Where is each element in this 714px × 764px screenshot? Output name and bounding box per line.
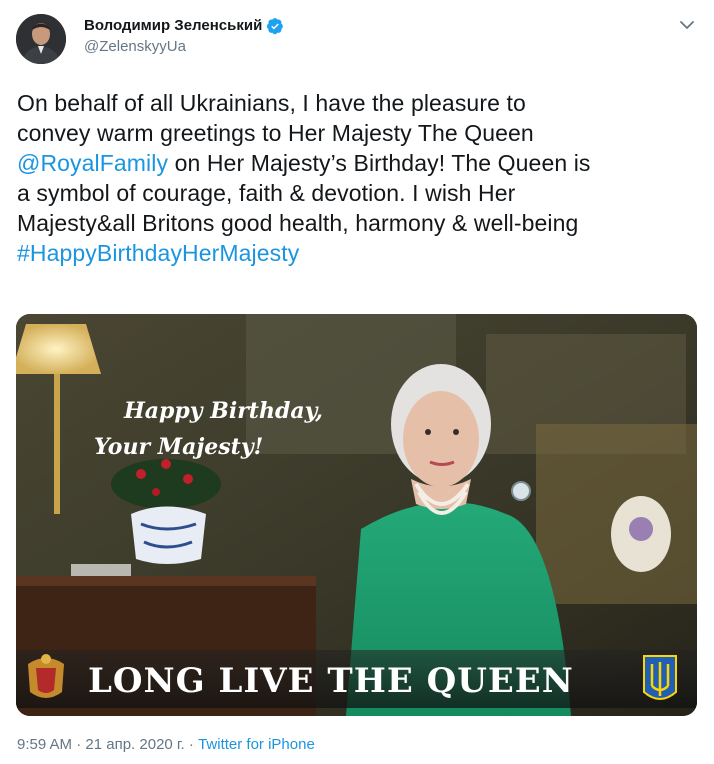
tweet-source-link[interactable]: Twitter for iPhone xyxy=(198,736,315,753)
tweet-image-graphic: Happy Birthday, Your Majesty! LONG LIVE … xyxy=(16,314,697,716)
image-banner-text: LONG LIVE THE QUEEN xyxy=(88,661,574,701)
tweet-meta: 9:59 AM · 21 апр. 2020 г. · Twitter for … xyxy=(17,736,315,753)
meta-separator: · xyxy=(72,736,86,753)
tweet-text-line: a symbol of courage, faith & devotion. I… xyxy=(17,180,516,206)
avatar[interactable] xyxy=(16,14,66,64)
author-block: Володимир Зеленський @ZelenskyyUa xyxy=(84,16,284,57)
chevron-down-icon[interactable] xyxy=(678,16,696,34)
display-name-row: Володимир Зеленський xyxy=(84,16,284,36)
tweet-date[interactable]: 21 апр. 2020 г. xyxy=(85,736,184,753)
tweet-text-segment: on Her Majesty’s Birthday! The Queen is xyxy=(168,150,591,176)
tweet-card: Володимир Зеленський @ZelenskyyUa On beh… xyxy=(0,0,714,764)
meta-separator: · xyxy=(184,736,199,753)
hashtag-link[interactable]: #HappyBirthdayHerMajesty xyxy=(17,240,299,266)
tweet-text-line: #HappyBirthdayHerMajesty xyxy=(17,238,701,268)
tweet-time[interactable]: 9:59 AM xyxy=(17,736,72,753)
tweet-text: On behalf of all Ukrainians, I have the … xyxy=(17,88,701,268)
image-caption-line1: Happy Birthday, xyxy=(123,398,323,424)
display-name[interactable]: Володимир Зеленський xyxy=(84,16,262,36)
tweet-image[interactable]: Happy Birthday, Your Majesty! LONG LIVE … xyxy=(16,314,697,716)
ukraine-trident-icon xyxy=(643,655,677,700)
tweet-text-line: On behalf of all Ukrainians, I have the … xyxy=(17,90,526,116)
image-caption-line2: Your Majesty! xyxy=(94,434,263,460)
tweet-text-line: Majesty&all Britons good health, harmony… xyxy=(17,210,579,236)
author-handle[interactable]: @ZelenskyyUa xyxy=(84,37,284,57)
verified-badge-icon xyxy=(266,17,284,35)
tweet-text-line: @RoyalFamily on Her Majesty’s Birthday! … xyxy=(17,148,701,178)
mention-link[interactable]: @RoyalFamily xyxy=(17,150,168,176)
tweet-text-line: convey warm greetings to Her Majesty The… xyxy=(17,120,534,146)
